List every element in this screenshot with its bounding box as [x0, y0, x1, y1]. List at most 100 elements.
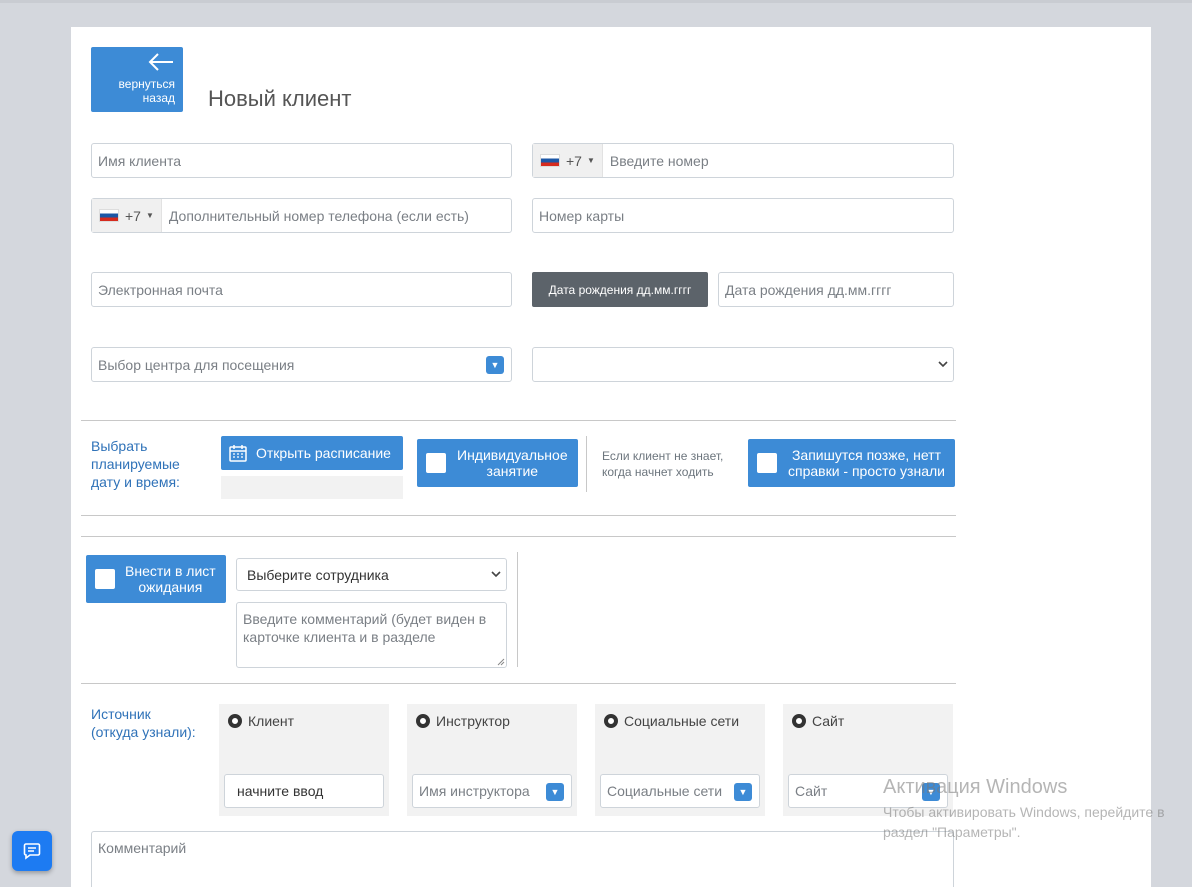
radio-icon[interactable]	[792, 714, 806, 728]
waitlist-comment-line1: Введите комментарий (будет виден в	[243, 611, 487, 627]
source-social-select[interactable]: Социальные сети ▼	[600, 774, 760, 808]
phone-input[interactable]: +7 ▼ Введите номер	[532, 143, 954, 178]
source-instructor-label: Инструктор	[436, 713, 510, 729]
radio-icon[interactable]	[228, 714, 242, 728]
enroll-later-line1: Запишутся позже, нетт	[791, 447, 942, 463]
windows-activation-text: Чтобы активировать Windows, перейдите в …	[883, 802, 1165, 842]
chevron-down-icon: ▼	[486, 356, 504, 374]
divider	[81, 683, 956, 684]
russia-flag-icon	[540, 154, 560, 167]
schedule-selection-display	[221, 476, 403, 499]
caret-down-icon: ▼	[586, 156, 595, 165]
client-name-input[interactable]: Имя клиента	[91, 143, 512, 178]
source-site-radio[interactable]: Сайт	[792, 713, 844, 729]
page-title: Новый клиент	[208, 86, 352, 111]
back-label-line2: назад	[142, 91, 175, 105]
radio-icon[interactable]	[416, 714, 430, 728]
windows-activation-line1: Чтобы активировать Windows, перейдите в	[883, 804, 1165, 820]
chevron-down-icon	[491, 571, 501, 578]
source-label-line1: Источник	[91, 706, 151, 722]
enroll-later-line2: справки - просто узнали	[788, 463, 945, 479]
phone-code: +7	[566, 152, 582, 169]
waitlist-checkbox[interactable]	[95, 569, 115, 589]
center-select-placeholder: Выбор центра для посещения	[98, 356, 295, 373]
schedule-label-line1: Выбрать	[91, 438, 148, 454]
individual-lesson-line2: занятие	[486, 463, 539, 479]
source-instructor-select[interactable]: Имя инструктора ▼	[412, 774, 572, 808]
enroll-later-toggle[interactable]: Запишутся позже, нетт справки - просто у…	[748, 439, 955, 487]
schedule-label: Выбрать планируемые дату и время:	[91, 437, 180, 491]
email-input[interactable]: Электронная почта	[91, 272, 512, 307]
open-schedule-button[interactable]: Открыть расписание	[221, 436, 403, 470]
calendar-icon	[229, 445, 247, 462]
extra-phone-placeholder: Дополнительный номер телефона (если есть…	[168, 207, 469, 224]
schedule-label-line3: дату и время:	[91, 474, 180, 490]
source-client-box: Клиент начните ввод	[219, 704, 389, 816]
divider	[81, 420, 956, 421]
client-name-placeholder: Имя клиента	[98, 152, 181, 169]
waitlist-toggle[interactable]: Внести в лист ожидания	[86, 555, 226, 603]
chat-icon	[23, 843, 41, 860]
source-client-input-text: начните ввод	[237, 783, 324, 799]
extra-phone-input[interactable]: +7 ▼ Дополнительный номер телефона (если…	[91, 198, 512, 233]
source-label: Источник (откуда узнали):	[91, 705, 196, 741]
phone-country-select[interactable]: +7 ▼	[533, 144, 603, 177]
source-instructor-box: Инструктор Имя инструктора ▼	[407, 704, 577, 816]
extra-phone-code: +7	[125, 207, 141, 224]
arrow-left-icon	[148, 53, 173, 71]
dob-label: Дата рождения дд.мм.гггг	[532, 272, 708, 307]
source-client-radio[interactable]: Клиент	[228, 713, 294, 729]
chevron-down-icon	[938, 361, 948, 368]
enroll-later-label: Запишутся позже, нетт справки - просто у…	[788, 447, 945, 479]
extra-phone-country-select[interactable]: +7 ▼	[92, 199, 162, 232]
chevron-down-icon: ▼	[734, 783, 752, 801]
source-instructor-placeholder: Имя инструктора	[419, 783, 530, 799]
windows-activation-title: Активация Windows	[883, 776, 1068, 798]
dob-placeholder: Дата рождения дд.мм.гггг	[725, 281, 892, 298]
source-site-placeholder: Сайт	[795, 783, 828, 799]
enroll-later-checkbox[interactable]	[757, 453, 777, 473]
unknown-hint-line2: когда начнет ходить	[602, 465, 714, 479]
individual-lesson-label: Индивидуальное занятие	[457, 447, 568, 479]
waitlist-label: Внести в лист ожидания	[125, 563, 216, 595]
dob-input[interactable]: Дата рождения дд.мм.гггг	[718, 272, 954, 307]
source-social-label: Социальные сети	[624, 713, 740, 729]
employee-select-value: Выберите сотрудника	[247, 566, 389, 583]
windows-activation-line2: раздел "Параметры".	[883, 824, 1021, 840]
radio-icon[interactable]	[604, 714, 618, 728]
source-instructor-radio[interactable]: Инструктор	[416, 713, 510, 729]
back-label-line1: вернуться	[118, 77, 175, 91]
waitlist-comment-line2: карточке клиента и в разделе	[243, 629, 436, 645]
source-client-label: Клиент	[248, 713, 295, 729]
secondary-select[interactable]	[532, 347, 954, 382]
source-site-box: Сайт Сайт ▼	[783, 704, 953, 816]
individual-lesson-checkbox[interactable]	[426, 453, 446, 473]
card-number-placeholder: Номер карты	[539, 207, 625, 224]
back-button[interactable]: вернуться назад	[91, 47, 183, 112]
individual-lesson-line1: Индивидуальное	[457, 447, 568, 463]
card-number-input[interactable]: Номер карты	[532, 198, 954, 233]
vertical-divider	[586, 436, 587, 492]
source-client-input[interactable]: начните ввод	[224, 774, 384, 808]
source-label-line2: (откуда узнали):	[91, 724, 196, 740]
source-social-radio[interactable]: Социальные сети	[604, 713, 739, 729]
email-placeholder: Электронная почта	[98, 281, 223, 298]
waitlist-comment-textarea[interactable]: Введите комментарий (будет виден в карто…	[236, 602, 507, 668]
center-select[interactable]: Выбор центра для посещения ▼	[91, 347, 512, 382]
employee-select[interactable]: Выберите сотрудника	[236, 558, 507, 591]
waitlist-label-line2: ожидания	[138, 579, 203, 595]
window-top-border	[0, 0, 1192, 3]
source-social-placeholder: Социальные сети	[607, 783, 723, 799]
resize-handle-icon[interactable]	[497, 658, 505, 666]
waitlist-label-line1: Внести в лист	[125, 563, 216, 579]
open-schedule-label: Открыть расписание	[256, 445, 391, 461]
divider	[81, 515, 956, 516]
chevron-down-icon: ▼	[546, 783, 564, 801]
comment-textarea[interactable]: Комментарий	[91, 831, 954, 887]
back-label: вернуться назад	[119, 77, 175, 105]
vertical-divider	[517, 552, 518, 667]
phone-placeholder: Введите номер	[609, 152, 709, 169]
chat-button[interactable]	[12, 831, 52, 871]
individual-lesson-toggle[interactable]: Индивидуальное занятие	[417, 439, 578, 487]
schedule-label-line2: планируемые	[91, 456, 180, 472]
